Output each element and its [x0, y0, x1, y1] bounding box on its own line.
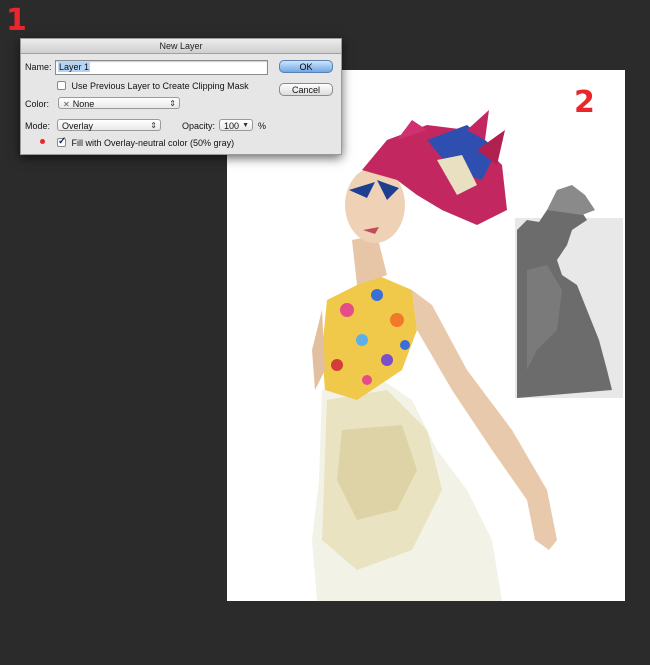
clipping-mask-checkbox[interactable]: [57, 81, 66, 91]
ok-button[interactable]: OK: [279, 60, 333, 73]
color-select-value: None: [72, 99, 95, 109]
updown-arrows-icon: ⇕: [150, 121, 157, 130]
mode-label: Mode:: [25, 121, 51, 131]
gray-layer-preview: [515, 185, 623, 398]
opacity-field[interactable]: 100 ▼: [219, 119, 253, 131]
red-marker-dot: [40, 139, 45, 144]
fill-neutral-checkbox[interactable]: [57, 136, 66, 148]
name-label: Name:: [25, 62, 52, 72]
color-label: Color:: [25, 99, 50, 109]
opacity-value: 100: [224, 121, 240, 131]
fill-neutral-label: Fill with Overlay-neutral color (50% gra…: [71, 137, 235, 148]
layer-name-value: Layer 1: [58, 62, 91, 72]
new-layer-dialog: New Layer Name: Layer 1 Use Previous Lay…: [20, 38, 342, 155]
dialog-title: New Layer: [21, 39, 341, 54]
step-number-1: 1: [6, 3, 27, 38]
updown-arrows-icon: ⇕: [169, 99, 176, 108]
opacity-label: Opacity:: [182, 121, 216, 131]
clipping-mask-option[interactable]: Use Previous Layer to Create Clipping Ma…: [57, 80, 249, 91]
fill-neutral-option[interactable]: Fill with Overlay-neutral color (50% gra…: [57, 136, 235, 148]
step-number-2: 2: [574, 85, 595, 120]
clipping-mask-label: Use Previous Layer to Create Clipping Ma…: [71, 80, 249, 91]
color-select[interactable]: ✕ None ⇕: [58, 97, 180, 109]
mode-select-value: Overlay: [62, 121, 94, 131]
mode-select[interactable]: Overlay ⇕: [57, 119, 161, 131]
cancel-button[interactable]: Cancel: [279, 83, 333, 96]
layer-name-input[interactable]: Layer 1: [55, 60, 268, 75]
close-icon: ✕: [63, 100, 70, 109]
opacity-unit: %: [258, 121, 267, 131]
chevron-down-icon: ▼: [242, 122, 249, 129]
